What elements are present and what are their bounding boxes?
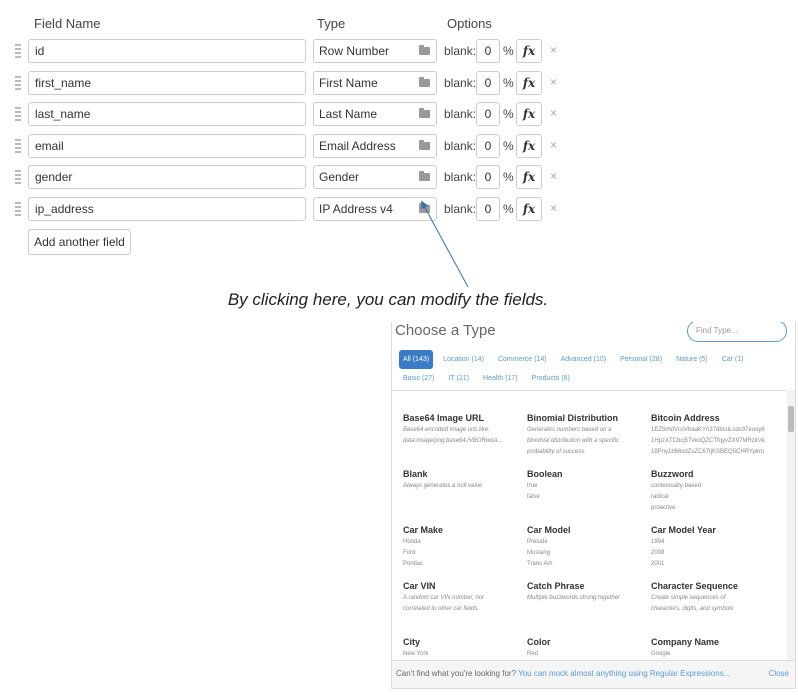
type-example: characters, digits, and symbols: [651, 606, 734, 612]
type-example: Ford: [403, 550, 416, 556]
category-tab[interactable]: Personal (28): [616, 350, 666, 369]
type-example: 1EZ5rhdVcsVbaaKYri37dbcuLcdc97eooy6: [651, 427, 765, 433]
type-example: 1HpzXTCbcj57vkoQZCTfqyvZX97MRzkVk: [651, 438, 765, 444]
dialog-footer: Can't find what you're looking for? You …: [392, 660, 795, 688]
type-example: proactive: [651, 505, 676, 511]
regex-link[interactable]: You can mock almost anything using Regul…: [518, 669, 730, 678]
type-example: correlated to other car fields.: [403, 606, 480, 612]
choose-type-dialog: Choose a Type Find Type... All (143) Loca…: [391, 322, 796, 689]
type-option[interactable]: Buzzword contextually-based radical proacti…: [651, 469, 771, 514]
category-tabs: All (143) Location (14) Commerce (14) Advan…: [399, 348, 769, 369]
type-option[interactable]: Car Model Prelude Mustang Trans Am: [527, 525, 647, 570]
type-example: binomial distribution with a specific: [527, 438, 620, 444]
type-example: probability of success.: [527, 449, 587, 455]
type-title: Bitcoin Address: [651, 413, 720, 423]
type-example: radical: [651, 494, 669, 500]
category-tabs-row2: Basic (27) IT (21) Health (17) Products (6): [399, 367, 580, 388]
category-tab[interactable]: Health (17): [479, 369, 522, 388]
type-title: Character Sequence: [651, 581, 739, 591]
type-example: 1994: [651, 539, 665, 545]
footer-question: Can't find what you're looking for?: [396, 669, 517, 678]
type-example: false: [527, 494, 540, 500]
type-option[interactable]: Binomial Distribution Generates numbers b…: [527, 413, 647, 458]
type-example: true: [527, 483, 538, 489]
type-example: 2008: [651, 550, 665, 556]
type-title: Car Model: [527, 525, 571, 535]
find-type-input[interactable]: Find Type...: [687, 322, 787, 342]
type-title: Binomial Distribution: [527, 413, 618, 423]
type-title: City: [403, 637, 421, 647]
type-option[interactable]: Car VIN A random car VIN number, not corre…: [403, 581, 523, 615]
type-option[interactable]: Boolean true false: [527, 469, 647, 503]
type-example: Generates numbers based on a: [527, 427, 612, 433]
type-example: Base64 encoded image urls like:: [403, 427, 490, 433]
type-example: data:image/png;base64,iVBORwoA...: [403, 438, 503, 444]
type-title: Company Name: [651, 637, 720, 647]
type-title: Car VIN: [403, 581, 436, 591]
type-option[interactable]: Car Model Year 1994 2008 2001: [651, 525, 771, 570]
close-button[interactable]: Close: [769, 661, 789, 687]
type-example: 2001: [651, 561, 665, 567]
type-option[interactable]: Company Name Google: [651, 637, 771, 660]
type-example: New York: [403, 651, 429, 657]
category-tab[interactable]: Nature (5): [672, 350, 712, 369]
type-example: Multiple buzzwords strung together: [527, 595, 621, 601]
type-example: Pontiac: [403, 561, 424, 567]
type-list: Base64 Image URL Base64 encoded image url…: [392, 390, 786, 661]
category-tab[interactable]: IT (21): [445, 369, 474, 388]
type-list-scrollbar[interactable]: [787, 390, 795, 660]
type-example: A random car VIN number, not: [403, 595, 484, 601]
type-example: Trans Am: [527, 561, 553, 567]
type-option[interactable]: City New York: [403, 637, 523, 660]
type-option[interactable]: Character Sequence Create simple sequence…: [651, 581, 771, 615]
category-tab[interactable]: Products (6): [528, 369, 574, 388]
category-tab[interactable]: Basic (27): [399, 369, 439, 388]
type-example: Create simple sequences of: [651, 595, 726, 601]
type-title: Boolean: [527, 469, 563, 479]
type-option[interactable]: Bitcoin Address 1EZ5rhdVcsVbaaKYri37dbcuL…: [651, 413, 771, 458]
annotation-text: By clicking here, you can modify the fie…: [227, 290, 549, 309]
type-example: Always generates a null value: [403, 483, 483, 489]
type-option[interactable]: Car Make Honda Ford Pontiac: [403, 525, 523, 570]
type-title: Buzzword: [651, 469, 694, 479]
type-title: Color: [527, 637, 551, 647]
type-example: 18Pny1b66sdZsZC67tjKSBEQ5CHRYpkm: [651, 449, 764, 455]
type-option[interactable]: Blank Always generates a null value: [403, 469, 523, 492]
type-example: Red: [527, 651, 539, 657]
type-title: Blank: [403, 469, 428, 479]
type-title: Car Make: [403, 525, 444, 535]
type-title: Car Model Year: [651, 525, 716, 535]
type-example: Google: [651, 651, 671, 657]
category-tab[interactable]: Car (1): [718, 350, 748, 369]
type-option[interactable]: Catch Phrase Multiple buzzwords strung to…: [527, 581, 647, 604]
type-option[interactable]: Color Red: [527, 637, 647, 660]
type-example: Mustang: [527, 550, 551, 556]
type-option[interactable]: Base64 Image URL Base64 encoded image url…: [403, 413, 523, 447]
type-title: Catch Phrase: [527, 581, 585, 591]
type-example: Prelude: [527, 539, 548, 545]
type-example: contextually-based: [651, 483, 702, 489]
scroll-thumb[interactable]: [788, 406, 794, 432]
type-example: Honda: [403, 539, 421, 545]
type-title: Base64 Image URL: [403, 413, 485, 423]
dialog-title: Choose a Type: [395, 322, 496, 339]
